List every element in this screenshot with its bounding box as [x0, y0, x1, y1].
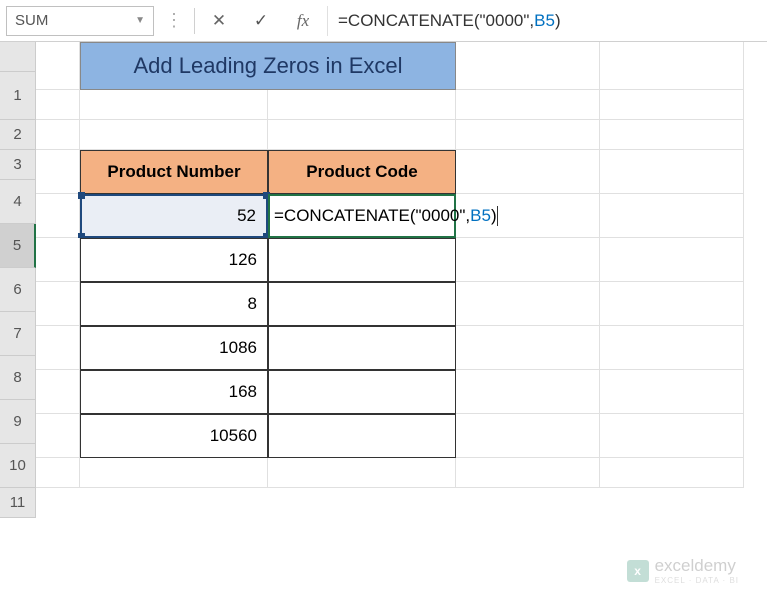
cell-a9[interactable] [36, 370, 80, 414]
cell-e6[interactable] [600, 238, 744, 282]
cell-e7[interactable] [600, 282, 744, 326]
grid-area: ABCDE Add Leading Zeros in ExcelProduct … [36, 42, 744, 612]
row-header-10[interactable]: 10 [0, 444, 36, 488]
row-header-4[interactable]: 4 [0, 180, 36, 224]
cancel-button[interactable]: ✕ [201, 6, 237, 36]
cell-a8[interactable] [36, 326, 80, 370]
cell-e3[interactable] [600, 120, 744, 150]
watermark-tagline: EXCEL · DATA · BI [655, 576, 739, 585]
cell-c10[interactable] [268, 414, 456, 458]
row-header-1[interactable]: 1 [0, 72, 36, 120]
cell-a1[interactable] [36, 42, 80, 90]
name-box[interactable]: SUM ▼ [6, 6, 154, 36]
cell-b9[interactable]: 168 [80, 370, 268, 414]
cell-b6[interactable]: 126 [80, 238, 268, 282]
cell-b7[interactable]: 8 [80, 282, 268, 326]
cell-b3[interactable] [80, 120, 268, 150]
cell-c11[interactable] [268, 458, 456, 488]
formula-text-suffix: ) [555, 11, 561, 31]
select-all-corner[interactable] [0, 42, 36, 72]
cell-e8[interactable] [600, 326, 744, 370]
cell-d11[interactable] [456, 458, 600, 488]
formula-text-prefix: =CONCATENATE("0000", [338, 11, 534, 31]
cell-d8[interactable] [456, 326, 600, 370]
cell-e10[interactable] [600, 414, 744, 458]
formula-input[interactable]: =CONCATENATE("0000",B5) [327, 6, 761, 36]
cell-a11[interactable] [36, 458, 80, 488]
row-headers: 1234567891011 [0, 72, 36, 518]
row-header-8[interactable]: 8 [0, 356, 36, 400]
history-icon: ⋮ [160, 7, 188, 35]
cell-a2[interactable] [36, 90, 80, 120]
cell-c4[interactable]: Product Code [268, 150, 456, 194]
cell-d4[interactable] [456, 150, 600, 194]
row-header-7[interactable]: 7 [0, 312, 36, 356]
cell-b2[interactable] [80, 90, 268, 120]
cell-d3[interactable] [456, 120, 600, 150]
dropdown-icon[interactable]: ▼ [135, 15, 145, 26]
cell-b1[interactable]: Add Leading Zeros in Excel [80, 42, 456, 90]
left-col: 1234567891011 [0, 42, 36, 612]
cell-d7[interactable] [456, 282, 600, 326]
cell-a10[interactable] [36, 414, 80, 458]
cell-a4[interactable] [36, 150, 80, 194]
cell-d10[interactable] [456, 414, 600, 458]
cell-b10[interactable]: 10560 [80, 414, 268, 458]
spreadsheet: 1234567891011 ABCDE Add Leading Zeros in… [0, 42, 767, 612]
cell-d1[interactable] [456, 42, 600, 90]
cell-c8[interactable] [268, 326, 456, 370]
formula-text-ref: B5 [534, 11, 555, 31]
cell-b5[interactable]: 52 [80, 194, 268, 238]
formula-bar: SUM ▼ ⋮ ✕ ✓ fx =CONCATENATE("0000",B5) [0, 0, 767, 42]
cell-e4[interactable] [600, 150, 744, 194]
row-header-2[interactable]: 2 [0, 120, 36, 150]
cell-e9[interactable] [600, 370, 744, 414]
row-header-6[interactable]: 6 [0, 268, 36, 312]
cell-d2[interactable] [456, 90, 600, 120]
cell-e1[interactable] [600, 42, 744, 90]
row-header-5[interactable]: 5 [0, 224, 36, 268]
cell-b8[interactable]: 1086 [80, 326, 268, 370]
cell-b11[interactable] [80, 458, 268, 488]
watermark-brand: exceldemy [655, 556, 739, 576]
cell-grid[interactable]: Add Leading Zeros in Excel Product Number… [36, 42, 744, 488]
cell-b4[interactable]: Product Number [80, 150, 268, 194]
enter-button[interactable]: ✓ [243, 6, 279, 36]
row-header-3[interactable]: 3 [0, 150, 36, 180]
cell-c3[interactable] [268, 120, 456, 150]
watermark: x exceldemy EXCEL · DATA · BI [627, 556, 739, 585]
cell-d9[interactable] [456, 370, 600, 414]
cell-c2[interactable] [268, 90, 456, 120]
cell-c5[interactable]: =CONCATENATE("0000",B5) [268, 194, 456, 238]
cell-c9[interactable] [268, 370, 456, 414]
cell-e2[interactable] [600, 90, 744, 120]
cell-e11[interactable] [600, 458, 744, 488]
cell-a5[interactable] [36, 194, 80, 238]
cell-a3[interactable] [36, 120, 80, 150]
cell-c7[interactable] [268, 282, 456, 326]
row-header-9[interactable]: 9 [0, 400, 36, 444]
separator [194, 8, 195, 34]
cell-a6[interactable] [36, 238, 80, 282]
cell-a7[interactable] [36, 282, 80, 326]
fx-icon[interactable]: fx [285, 6, 321, 36]
name-box-value: SUM [15, 12, 48, 29]
watermark-logo-icon: x [627, 560, 649, 582]
row-header-11[interactable]: 11 [0, 488, 36, 518]
cell-c6[interactable] [268, 238, 456, 282]
cell-e5[interactable] [600, 194, 744, 238]
cell-d6[interactable] [456, 238, 600, 282]
